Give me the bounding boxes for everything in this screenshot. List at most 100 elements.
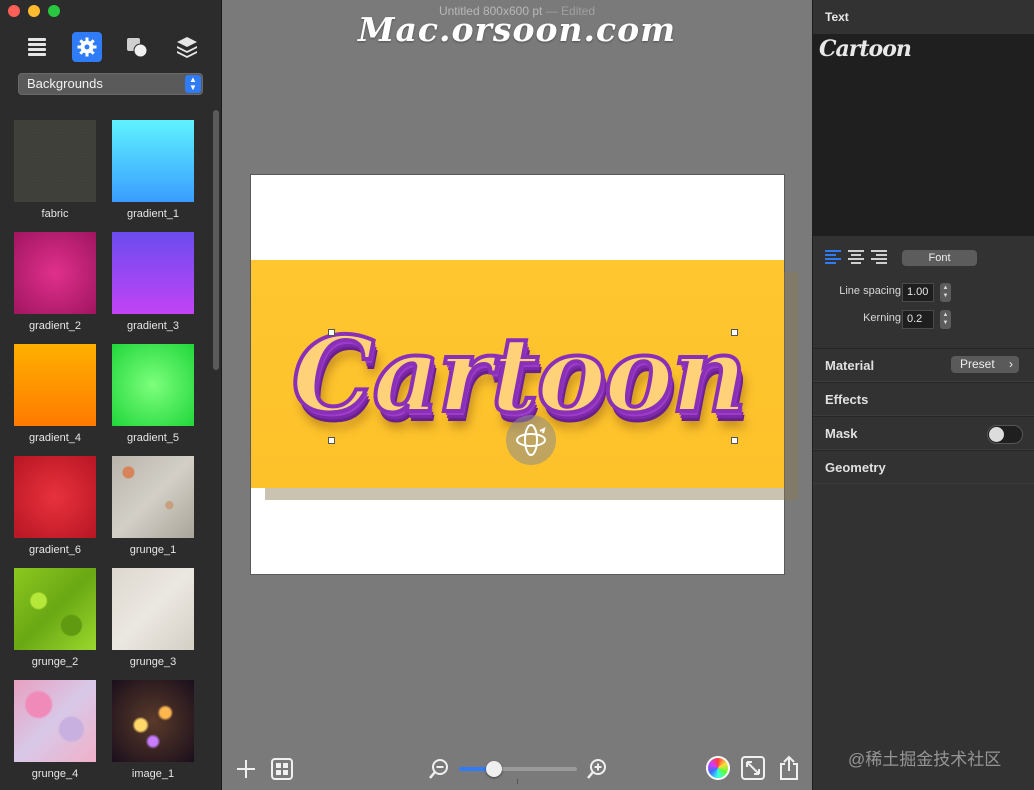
line-spacing-row: Line spacing 1.00 ▲ ▼ xyxy=(813,283,1034,303)
thumbnail-label: image_1 xyxy=(131,768,175,780)
gear-tab-button[interactable] xyxy=(72,32,102,62)
thumbnail-gradient-6[interactable]: gradient_6 xyxy=(14,456,96,556)
thumbnail-label: gradient_3 xyxy=(127,320,179,332)
line-spacing-stepper[interactable]: ▲ ▼ xyxy=(940,283,951,302)
thumbnail-image xyxy=(14,120,96,202)
list-icon xyxy=(28,38,46,56)
geometry-section-title: Geometry xyxy=(825,460,886,475)
inspector-panel: Text Cartoon Font Line spacing 1.00 ▲ ▼ K… xyxy=(812,0,1034,790)
line-spacing-label: Line spacing xyxy=(839,285,901,297)
zoom-slider-tick xyxy=(517,779,518,784)
window-controls xyxy=(8,5,60,17)
text-input-area[interactable]: Cartoon xyxy=(813,34,1034,236)
thumbnail-grunge-2[interactable]: grunge_2 xyxy=(14,568,96,668)
corner-watermark: @稀土掘金技术社区 xyxy=(848,750,1002,769)
preset-button[interactable]: Preset › xyxy=(951,356,1019,373)
line-spacing-field[interactable]: 1.00 xyxy=(902,283,934,302)
thumbnail-image xyxy=(14,680,96,762)
kerning-row: Kerning 0.2 ▲ ▼ xyxy=(813,310,1034,330)
thumbnail-image xyxy=(14,344,96,426)
material-section-title: Material xyxy=(825,358,875,373)
category-select-value: Backgrounds xyxy=(27,76,103,91)
kerning-stepper[interactable]: ▲ ▼ xyxy=(940,310,951,329)
align-left-icon[interactable] xyxy=(825,250,842,264)
thumbnail-gradient-3[interactable]: gradient_3 xyxy=(112,232,194,332)
list-tab-button[interactable] xyxy=(22,32,52,62)
material-section[interactable]: Material Preset › xyxy=(813,348,1034,382)
mask-section-title: Mask xyxy=(825,426,858,441)
canvas-bottom-left-controls xyxy=(234,757,294,781)
resize-icon[interactable] xyxy=(740,755,766,781)
selection-handle-bottom-left[interactable] xyxy=(328,437,335,444)
thumbnail-image xyxy=(14,232,96,314)
sidebar: Backgrounds ▲ ▼ fabric gradient_1 gradien… xyxy=(0,0,222,790)
effects-section-title: Effects xyxy=(825,392,869,407)
kerning-field[interactable]: 0.2 xyxy=(902,310,934,329)
thumbnail-label: gradient_6 xyxy=(29,544,81,556)
mask-toggle-knob xyxy=(989,427,1004,442)
shapes-icon xyxy=(127,38,148,58)
canvas-bottom-right-controls xyxy=(706,755,802,781)
thumbnail-fabric[interactable]: fabric xyxy=(14,120,96,220)
thumbnail-scrollbar[interactable] xyxy=(213,110,219,370)
layers-tab-button[interactable] xyxy=(172,32,202,62)
selection-handle-top-right[interactable] xyxy=(731,329,738,336)
add-icon[interactable] xyxy=(234,757,258,781)
gear-icon xyxy=(77,37,97,57)
thumbnail-label: grunge_3 xyxy=(129,656,177,668)
shapes-tab-button[interactable] xyxy=(122,32,152,62)
thumbnail-image xyxy=(112,120,194,202)
minimize-window-button[interactable] xyxy=(28,5,40,17)
selection-handle-bottom-right[interactable] xyxy=(731,437,738,444)
zoom-out-icon[interactable] xyxy=(427,757,451,781)
thumbnail-label: grunge_1 xyxy=(129,544,177,556)
thumbnail-grunge-4[interactable]: grunge_4 xyxy=(14,680,96,780)
chevron-right-icon: › xyxy=(1009,357,1013,371)
thumbnail-label: grunge_4 xyxy=(31,768,79,780)
text-input-content: Cartoon xyxy=(819,36,912,62)
thumbnail-image xyxy=(112,232,194,314)
category-select[interactable]: Backgrounds ▲ ▼ xyxy=(18,73,203,95)
mask-toggle[interactable] xyxy=(987,425,1023,444)
align-right-icon[interactable] xyxy=(871,250,888,264)
color-wheel-icon[interactable] xyxy=(706,756,730,780)
thumbnail-label: gradient_4 xyxy=(29,432,81,444)
zoom-window-button[interactable] xyxy=(48,5,60,17)
thumbnail-label: gradient_1 xyxy=(127,208,179,220)
site-watermark: Mac.orsoon.com xyxy=(358,10,676,49)
layers-icon xyxy=(177,37,197,58)
thumbnail-image xyxy=(14,456,96,538)
geometry-section[interactable]: Geometry xyxy=(813,450,1034,484)
selection-handle-top-left[interactable] xyxy=(328,329,335,336)
background-thumbnail-list: fabric gradient_1 gradient_2 gradient_3 … xyxy=(0,110,212,790)
effects-section[interactable]: Effects xyxy=(813,382,1034,416)
share-icon[interactable] xyxy=(776,755,802,781)
thumbnail-label: gradient_2 xyxy=(29,320,81,332)
thumbnail-image xyxy=(112,456,194,538)
thumbnail-gradient-1[interactable]: gradient_1 xyxy=(112,120,194,220)
thumbnail-gradient-4[interactable]: gradient_4 xyxy=(14,344,96,444)
text-section-header: Text xyxy=(825,10,849,24)
thumbnail-grunge-1[interactable]: grunge_1 xyxy=(112,456,194,556)
zoom-slider[interactable] xyxy=(459,761,577,784)
thumbnail-label: gradient_5 xyxy=(127,432,179,444)
align-center-icon[interactable] xyxy=(848,250,865,264)
close-window-button[interactable] xyxy=(8,5,20,17)
zoom-in-icon[interactable] xyxy=(585,757,609,781)
preset-button-label: Preset xyxy=(960,357,995,371)
zoom-slider-knob[interactable] xyxy=(486,761,503,777)
document-canvas[interactable]: Cartoon xyxy=(250,174,798,575)
select-stepper-icon: ▲ ▼ xyxy=(185,75,201,93)
rotate-control[interactable] xyxy=(506,415,556,465)
zoom-controls xyxy=(427,757,609,784)
grid-view-icon[interactable] xyxy=(270,757,294,781)
thumbnail-image xyxy=(112,568,194,650)
thumbnail-image-1[interactable]: image_1 xyxy=(112,680,194,780)
font-button[interactable]: Font xyxy=(902,250,977,266)
thumbnail-gradient-5[interactable]: gradient_5 xyxy=(112,344,194,444)
thumbnail-grunge-3[interactable]: grunge_3 xyxy=(112,568,194,668)
thumbnail-gradient-2[interactable]: gradient_2 xyxy=(14,232,96,332)
thumbnail-label: fabric xyxy=(41,208,69,220)
mask-section[interactable]: Mask xyxy=(813,416,1034,450)
kerning-label: Kerning xyxy=(863,312,901,324)
